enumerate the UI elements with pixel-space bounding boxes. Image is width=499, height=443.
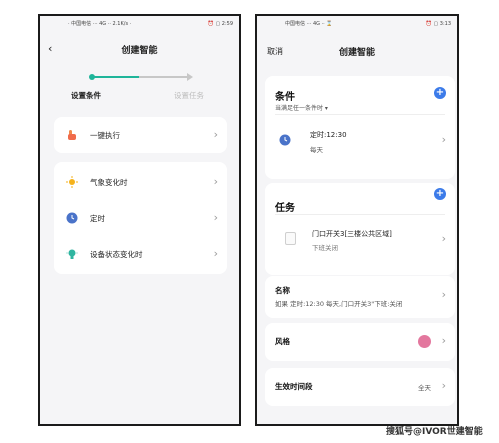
style-label: 风格	[275, 337, 290, 346]
step-indicator: 设置条件 设置任务	[40, 70, 239, 110]
item-weather[interactable]: 气象变化时 ›	[54, 164, 227, 200]
step-progress-line	[94, 76, 139, 78]
item-timer[interactable]: 定时 ›	[54, 200, 227, 236]
tasks-title: 任务	[275, 203, 295, 214]
page-title: 创建智能	[121, 46, 158, 56]
divider	[275, 214, 445, 215]
chevron-right-icon: ›	[213, 128, 218, 141]
chevron-right-icon: ›	[441, 334, 446, 347]
card-condition-types: 气象变化时 › 定时 › 设备状态变化时 ›	[54, 162, 227, 274]
sun-icon	[66, 176, 78, 188]
left-phone-screen: · 中国电信 ··· 4G ·· 2.1K/s · ⏰ ▢ 2:59 ‹ 创建智…	[38, 14, 241, 426]
tasks-card: 任务 + 门口开关3[三楼公共区域] 下班关闭 ›	[265, 183, 455, 275]
status-bar: 中国电信 ··· 4G ·· ⌛ ⏰ ▢ 3:13	[257, 16, 457, 32]
name-card[interactable]: 名称 如果 定时:12:30 每天,门口开关3"下班:关闭 ›	[265, 276, 455, 318]
status-bar: · 中国电信 ··· 4G ·· 2.1K/s · ⏰ ▢ 2:59	[40, 16, 239, 32]
style-color-swatch	[418, 335, 431, 348]
chevron-right-icon: ›	[441, 232, 446, 245]
condition-time: 定时:12:30	[310, 131, 347, 139]
clock-icon	[279, 134, 291, 146]
step-remaining-line	[139, 76, 189, 78]
step-label-tasks: 设置任务	[174, 91, 204, 100]
add-condition-button[interactable]: +	[434, 87, 446, 99]
hand-tap-icon	[68, 130, 76, 140]
right-phone-screen: 中国电信 ··· 4G ·· ⌛ ⏰ ▢ 3:13 取消 创建智能 条件 + 当…	[255, 14, 459, 426]
item-one-tap[interactable]: 一键执行 ›	[54, 117, 227, 153]
card-one-tap: 一键执行 ›	[54, 117, 227, 153]
chevron-right-icon: ›	[213, 247, 218, 260]
item-device-state[interactable]: 设备状态变化时 ›	[54, 236, 227, 272]
clock-icon	[66, 212, 78, 224]
name-label: 名称	[275, 286, 290, 295]
period-card[interactable]: 生效时间段 全天 ›	[265, 368, 455, 406]
period-label: 生效时间段	[275, 382, 313, 391]
task-row[interactable]: 门口开关3[三楼公共区域] 下班关闭 ›	[265, 219, 455, 259]
item-label: 气象变化时	[90, 178, 128, 187]
status-left: · 中国电信 ··· 4G ·· 2.1K/s ·	[68, 21, 132, 27]
watermark: 搜狐号@IVOR世建智能	[386, 427, 483, 437]
step-arrow-icon	[187, 73, 193, 81]
chevron-right-icon: ›	[441, 379, 446, 392]
item-label: 设备状态变化时	[90, 250, 143, 259]
bulb-icon	[66, 249, 78, 259]
item-label: 定时	[90, 214, 105, 223]
item-label: 一键执行	[90, 131, 120, 140]
condition-timer-row[interactable]: 定时:12:30 每天 ›	[265, 120, 455, 160]
conditions-title: 条件	[275, 92, 295, 103]
step-label-conditions: 设置条件	[71, 91, 101, 100]
status-right: ⏰ ▢ 2:59	[207, 21, 233, 27]
add-task-button[interactable]: +	[434, 188, 446, 200]
status-left: 中国电信 ··· 4G ·· ⌛	[285, 21, 333, 27]
condition-repeat: 每天	[310, 146, 323, 154]
task-device: 门口开关3[三楼公共区域]	[312, 230, 392, 238]
period-value: 全天	[418, 384, 431, 392]
page-title: 创建智能	[338, 48, 375, 58]
chevron-right-icon: ›	[213, 175, 218, 188]
conditions-card: 条件 + 当满足任一条件时 ▾ 定时:12:30 每天 ›	[265, 76, 455, 179]
style-card[interactable]: 风格 ›	[265, 323, 455, 361]
chevron-right-icon: ›	[213, 211, 218, 224]
switch-device-icon	[285, 232, 296, 245]
chevron-right-icon: ›	[441, 288, 446, 301]
chevron-right-icon: ›	[441, 133, 446, 146]
divider	[275, 114, 445, 115]
name-value: 如果 定时:12:30 每天,门口开关3"下班:关闭	[275, 300, 403, 308]
task-action: 下班关闭	[312, 244, 338, 252]
status-right: ⏰ ▢ 3:13	[425, 21, 451, 27]
conditions-match-selector[interactable]: 当满足任一条件时 ▾	[275, 103, 328, 112]
